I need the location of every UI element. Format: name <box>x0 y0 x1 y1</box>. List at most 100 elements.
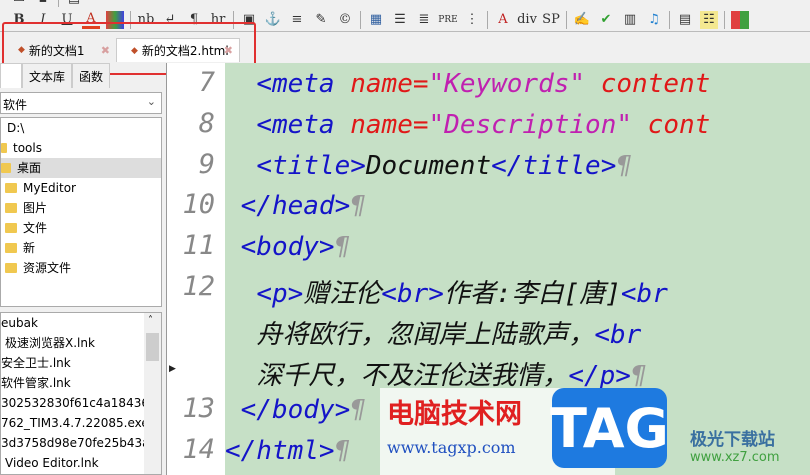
open-icon[interactable]: ▭ <box>10 0 28 7</box>
anchor-icon[interactable]: ⚓ <box>264 11 282 29</box>
copyright-icon[interactable]: © <box>336 11 354 29</box>
code-line: <body>¶ <box>225 232 351 262</box>
tree-label: 资源文件 <box>23 261 72 275</box>
tree-label: 新 <box>23 241 36 255</box>
text-block-icon[interactable]: ☰ <box>391 11 409 29</box>
tree-item[interactable]: MyEditor <box>1 178 161 198</box>
audio-icon[interactable]: ♫ <box>645 11 663 29</box>
div-button[interactable]: div <box>517 11 537 29</box>
file-item[interactable]: 762_TIM3.4.7.22085.exe <box>1 413 144 433</box>
html-tag: <p> <box>256 279 304 309</box>
folder-icon <box>5 263 17 273</box>
center-icon[interactable]: ≣ <box>415 11 433 29</box>
tree-item[interactable]: tools <box>1 138 161 158</box>
tree-label: tools <box>13 141 42 155</box>
folder-icon <box>1 143 7 153</box>
line-number: 12 <box>182 271 215 302</box>
align-icon[interactable]: ≡ <box>288 11 306 29</box>
attribute-name: name= <box>350 69 429 99</box>
tree-item[interactable]: 资源文件 <box>1 258 161 278</box>
attribute-name: name= <box>350 109 429 140</box>
attribute-value: "Description" <box>428 109 648 140</box>
panel-tab-library[interactable]: 文本库 <box>22 63 73 88</box>
separator <box>360 10 361 29</box>
html-tag: <meta <box>256 69 351 99</box>
tree-label: 文件 <box>23 221 48 235</box>
spellcheck-icon[interactable]: ✔ <box>597 11 615 29</box>
pilcrow-icon: ¶ <box>350 191 366 222</box>
separator <box>669 10 670 29</box>
list-icon[interactable]: ⋮ <box>463 11 481 29</box>
folder-icon <box>5 223 17 233</box>
pilcrow-icon: ¶ <box>616 150 633 181</box>
html-tag: <br <box>594 319 642 350</box>
tree-item[interactable]: 文件 <box>1 218 161 238</box>
tree-label: 桌面 <box>17 161 42 175</box>
checklist-icon[interactable]: ☷ <box>700 10 718 29</box>
tree-item[interactable]: 图片 <box>1 198 161 218</box>
attribute-name: cont <box>647 109 711 140</box>
separator <box>566 10 567 29</box>
form-icon[interactable]: ▤ <box>676 11 694 29</box>
tree-item[interactable]: 新 <box>1 238 161 258</box>
span-button[interactable]: SP <box>542 11 560 29</box>
text-content: 深千尺，不及汪伦送我情， <box>256 360 569 391</box>
table-icon[interactable]: ▦ <box>367 11 385 29</box>
line-number-gutter: 7 8 9 10 11 12 13 14 <box>167 63 225 475</box>
dropdown-value: 软件 <box>3 98 28 112</box>
tree-item[interactable]: D:\ <box>1 118 161 138</box>
code-line: <meta name="Description" cont <box>225 110 710 140</box>
line-number: 8 <box>198 107 215 139</box>
file-item[interactable]: 软件管家.lnk <box>1 373 144 393</box>
file-item[interactable]: eubak <box>1 313 144 333</box>
left-panel: 文本库 函数 软件 ⌄ D:\ tools 桌面 MyEditor 图片 文件 新… <box>0 63 165 475</box>
separator <box>724 10 725 29</box>
tree-item-selected[interactable]: 桌面 <box>1 158 161 178</box>
html-tag: </html> <box>225 436 335 467</box>
folder-icon <box>5 243 17 253</box>
print-icon[interactable]: ▤ <box>65 0 83 7</box>
file-item[interactable]: 302532830f61c4a1843616 <box>1 393 144 413</box>
code-line: </body>¶ <box>225 395 366 425</box>
code-line: 深千尺，不及汪伦送我情，</p>¶ <box>225 355 646 392</box>
folder-icon <box>5 203 17 213</box>
file-item[interactable]: 安全卫士.lnk <box>1 353 144 373</box>
panel-tab-functions[interactable]: 函数 <box>72 63 111 88</box>
folder-icon <box>1 163 11 173</box>
file-item[interactable]: 极速浏览器X.lnk <box>1 333 144 353</box>
file-item[interactable]: Video Editor.lnk <box>1 453 144 473</box>
scroll-up-icon[interactable]: ˄ <box>148 315 153 326</box>
html-tag: </p> <box>568 360 631 391</box>
tag-logo: TAG <box>550 388 669 468</box>
font-icon[interactable]: A <box>494 11 512 29</box>
tree-label: D:\ <box>7 121 25 135</box>
code-line: </head>¶ <box>225 191 366 221</box>
html-tag: </title> <box>491 150 617 181</box>
save-icon[interactable]: ▪ <box>34 0 52 7</box>
panel-tab-files[interactable] <box>0 63 22 88</box>
pilcrow-icon: ¶ <box>350 395 366 426</box>
pre-button[interactable]: PRE <box>438 11 457 29</box>
video-icon[interactable]: ▥ <box>621 11 639 29</box>
code-line: <meta name="Keywords" content <box>225 69 710 99</box>
code-line: <title>Document</title>¶ <box>225 151 632 181</box>
scrollbar-thumb[interactable] <box>146 333 159 361</box>
watermark-title: 电脑技术网 <box>387 399 522 430</box>
highlight-icon[interactable]: ✎ <box>312 11 330 29</box>
text-content: 赠汪伦 <box>303 279 382 309</box>
color-picker-icon[interactable] <box>731 10 749 29</box>
html-tag: <br> <box>381 279 444 309</box>
drive-dropdown[interactable]: 软件 ⌄ <box>0 92 162 114</box>
pilcrow-icon: ¶ <box>334 436 351 467</box>
tree-label: 图片 <box>23 201 48 215</box>
code-line: 舟将欧行，忽闻岸上陆歌声，<br <box>225 314 641 351</box>
html-tag: </body> <box>240 395 351 426</box>
folder-tree: D:\ tools 桌面 MyEditor 图片 文件 新 资源文件 <box>0 117 162 307</box>
file-list-scrollbar[interactable]: ˄ <box>144 313 161 474</box>
file-item[interactable]: 3d3758d98e70fe25b43a0 <box>1 433 144 453</box>
chevron-down-icon: ⌄ <box>146 95 156 108</box>
html-tag: <br <box>620 279 668 309</box>
line-number: 9 <box>198 148 215 180</box>
edit-icon[interactable]: ✍ <box>573 11 591 29</box>
line-number: 11 <box>182 230 215 262</box>
